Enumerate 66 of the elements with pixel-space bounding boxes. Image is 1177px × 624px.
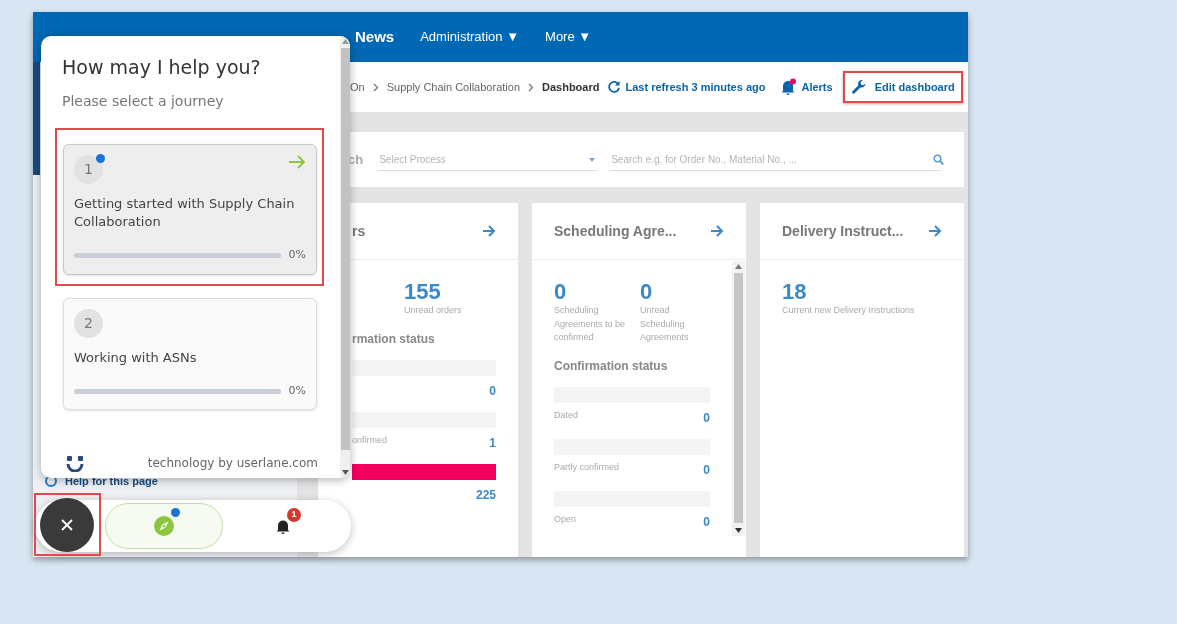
search-icon[interactable] (933, 154, 944, 165)
stat-label: Current new Delivery Instructions (782, 304, 916, 318)
bell-icon[interactable] (779, 78, 798, 96)
breadcrumb: Dashboard (542, 79, 600, 95)
compass-icon (153, 515, 175, 537)
status-value: 0 (703, 461, 710, 479)
section-heading: rmation status (352, 330, 436, 348)
widget-title: rs (352, 221, 366, 241)
avatar-close-button[interactable] (40, 498, 94, 552)
nav-link[interactable]: Administration ▼ (420, 27, 520, 47)
scroll-up-icon[interactable] (341, 39, 349, 44)
guide-button[interactable] (105, 503, 223, 549)
step-number: 2 (74, 308, 103, 338)
scrollbar[interactable] (732, 261, 745, 536)
status-value: 0 (489, 382, 496, 400)
stat-value: 18 (782, 280, 808, 305)
journey-title: Working with ASNs (74, 348, 198, 367)
wrench-icon (850, 79, 867, 95)
journey-card[interactable]: 2 Working with ASNs 0% (63, 297, 317, 411)
journey-title: Getting started with Supply Chain Collaboration (74, 194, 296, 231)
status-label: Open (554, 512, 577, 526)
chevron-icon (528, 82, 534, 92)
refresh-icon[interactable] (607, 80, 622, 94)
progress-percent: 0% (288, 382, 306, 399)
search-field[interactable]: Search e.g. for Order No., Material No., ... (609, 148, 941, 171)
widget-title: Delivery Instruct... (782, 221, 904, 241)
powered-by-text: technology by userlane.com (147, 455, 318, 472)
edit-dashboard-button[interactable]: Edit dashboard (842, 70, 963, 104)
stat-label: Unread orders (404, 304, 463, 318)
nav-link[interactable]: News (355, 25, 395, 49)
status-value: 0 (703, 513, 710, 531)
status-value: 0 (703, 409, 710, 427)
stat-value: 0 (554, 280, 568, 305)
alerts-link[interactable]: Alerts (801, 78, 833, 96)
stat-label: Unread Scheduling Agreements (640, 304, 690, 345)
arrow-right-icon[interactable] (482, 225, 496, 237)
chevron-icon (372, 82, 379, 92)
nav-link[interactable]: More ▼ (545, 27, 592, 47)
status-label: onfirmed (352, 433, 387, 447)
stat-label: Scheduling Agreements to be confirmed (554, 304, 626, 345)
breadcrumb[interactable]: On (350, 78, 365, 96)
journey-card[interactable]: 1 Getting started with Supply Chain Collaboration 0% (63, 143, 317, 275)
help-icon (45, 474, 57, 487)
process-select[interactable]: Select Process (377, 148, 598, 171)
refresh-link[interactable]: Last refresh 3 minutes ago (625, 78, 766, 96)
stat-value: 0 (640, 280, 654, 305)
arrow-right-icon[interactable] (928, 225, 942, 237)
popup-title: How may I help you? (62, 56, 262, 79)
breadcrumb[interactable]: Supply Chain Collaboration (386, 78, 520, 96)
userlane-logo-icon (66, 454, 84, 472)
section-heading: Confirmation status (554, 357, 669, 375)
status-value: 1 (489, 434, 496, 452)
step-number: 1 (74, 154, 103, 184)
arrow-right-icon[interactable] (710, 225, 724, 237)
status-label: Partly confirmed (554, 460, 620, 474)
scroll-down-icon[interactable] (341, 470, 349, 475)
stat-value: 155 (404, 280, 442, 305)
close-icon (60, 518, 74, 532)
notification-badge: 1 (287, 507, 301, 522)
dropdown-icon (589, 157, 596, 162)
status-value: 225 (475, 486, 496, 504)
progress-percent: 0% (288, 247, 306, 264)
widget-title: Scheduling Agre... (554, 221, 677, 241)
arrow-right-icon (288, 154, 306, 169)
popup-subtitle: Please select a journey (62, 91, 225, 111)
status-label: Dated (554, 408, 579, 422)
